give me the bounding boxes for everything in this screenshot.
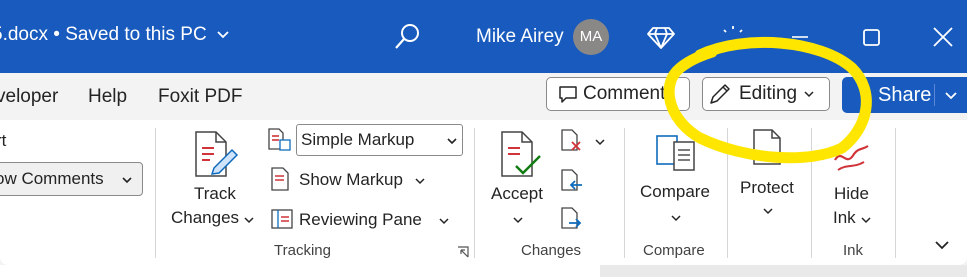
reject-icon — [561, 129, 581, 151]
share-button[interactable]: Share — [842, 77, 967, 113]
dialog-launcher-icon[interactable] — [457, 246, 469, 258]
hide-ink-button[interactable]: Hide Ink — [820, 126, 886, 234]
comments-label: Comments — [583, 83, 675, 104]
show-markup-icon — [271, 167, 289, 191]
partial-group-label: rt — [0, 131, 7, 150]
tracking-group-label: Tracking — [274, 242, 331, 259]
avatar[interactable]: MA — [573, 19, 609, 55]
track-changes-label-1: Track — [194, 184, 236, 203]
chevron-down-icon — [595, 139, 605, 146]
editing-mode-button[interactable]: Editing — [702, 77, 830, 111]
reviewing-pane-label: Reviewing Pane — [299, 210, 422, 229]
markup-select-value: Simple Markup — [301, 130, 415, 149]
chevron-down-icon — [217, 31, 229, 39]
compare-label: Compare — [640, 182, 710, 201]
chevron-down-icon — [671, 215, 681, 222]
hide-ink-label-2: Ink — [833, 208, 856, 227]
diamond-icon[interactable] — [646, 22, 676, 52]
maximize-icon[interactable] — [856, 22, 886, 52]
tab-foxit-pdf[interactable]: Foxit PDF — [158, 86, 242, 108]
protect-label: Protect — [740, 178, 794, 197]
tab-developer[interactable]: veloper — [0, 86, 58, 108]
comment-icon — [559, 86, 577, 103]
chevron-down-icon — [861, 217, 871, 224]
next-change-icon[interactable] — [560, 206, 584, 232]
chevron-down-icon — [244, 217, 254, 224]
display-for-review-icon — [268, 128, 291, 151]
chevron-down-icon — [513, 217, 523, 224]
protect-button[interactable]: Protect — [734, 126, 804, 226]
search-icon[interactable] — [392, 22, 422, 52]
accept-icon — [501, 131, 541, 177]
show-comments-label: ow Comments — [0, 169, 104, 188]
chevron-down-icon[interactable] — [944, 91, 958, 101]
show-markup-button[interactable]: Show Markup — [268, 164, 428, 194]
document-area-edge — [0, 265, 967, 277]
group-separator — [895, 128, 896, 258]
title-bar: 5.docx • Saved to this PC Mike Airey MA — [0, 0, 967, 73]
document-title-menu[interactable]: 5.docx • Saved to this PC — [0, 24, 230, 46]
compare-button[interactable]: Compare — [634, 126, 718, 234]
share-label: Share — [878, 84, 932, 106]
hide-ink-label-1: Hide — [834, 184, 869, 203]
share-divider — [934, 84, 935, 106]
previous-change-icon[interactable] — [560, 168, 584, 194]
user-name[interactable]: Mike Airey — [476, 26, 564, 48]
comments-button[interactable]: Comments — [546, 77, 690, 111]
chevron-down-icon — [763, 208, 773, 215]
group-separator — [155, 128, 156, 258]
ink-group-label: Ink — [843, 242, 864, 259]
group-separator — [727, 128, 728, 258]
chevron-down-icon — [447, 138, 457, 145]
group-separator — [474, 128, 475, 258]
compare-icon — [656, 135, 695, 171]
track-changes-button[interactable]: Track Changes — [166, 126, 262, 234]
compare-group-label: Compare — [643, 242, 705, 259]
changes-group-label: Changes — [521, 242, 582, 259]
chevron-down-icon — [804, 91, 814, 98]
minimize-icon[interactable] — [785, 22, 815, 52]
hide-ink-icon — [834, 145, 869, 171]
markup-select[interactable]: Simple Markup — [296, 124, 463, 156]
track-changes-label-2: Changes — [171, 208, 240, 227]
track-changes-icon — [195, 131, 239, 177]
lightbulb-icon[interactable] — [718, 22, 748, 52]
chevron-down-icon — [415, 178, 425, 185]
show-markup-label: Show Markup — [299, 170, 403, 189]
accept-label: Accept — [491, 184, 543, 203]
editing-label: Editing — [739, 83, 798, 104]
collapse-ribbon-icon[interactable] — [933, 238, 951, 252]
document-title: 5.docx • Saved to this PC — [0, 24, 207, 45]
chevron-down-icon — [122, 177, 132, 184]
accept-button[interactable]: Accept — [484, 126, 554, 234]
reviewing-pane-icon — [271, 209, 293, 229]
show-comments-dropdown[interactable]: ow Comments — [0, 162, 143, 196]
pencil-icon — [710, 84, 730, 104]
group-separator — [624, 128, 625, 258]
reject-button[interactable] — [560, 128, 610, 154]
protect-icon — [753, 129, 781, 165]
chevron-down-icon — [439, 218, 449, 225]
document-page-edge — [0, 265, 600, 277]
close-icon[interactable] — [928, 22, 958, 52]
reviewing-pane-button[interactable]: Reviewing Pane — [268, 204, 454, 234]
tab-help[interactable]: Help — [88, 86, 127, 108]
group-separator — [811, 128, 812, 258]
ribbon: rt ow Comments Track Changes Simple Mark… — [0, 120, 967, 265]
